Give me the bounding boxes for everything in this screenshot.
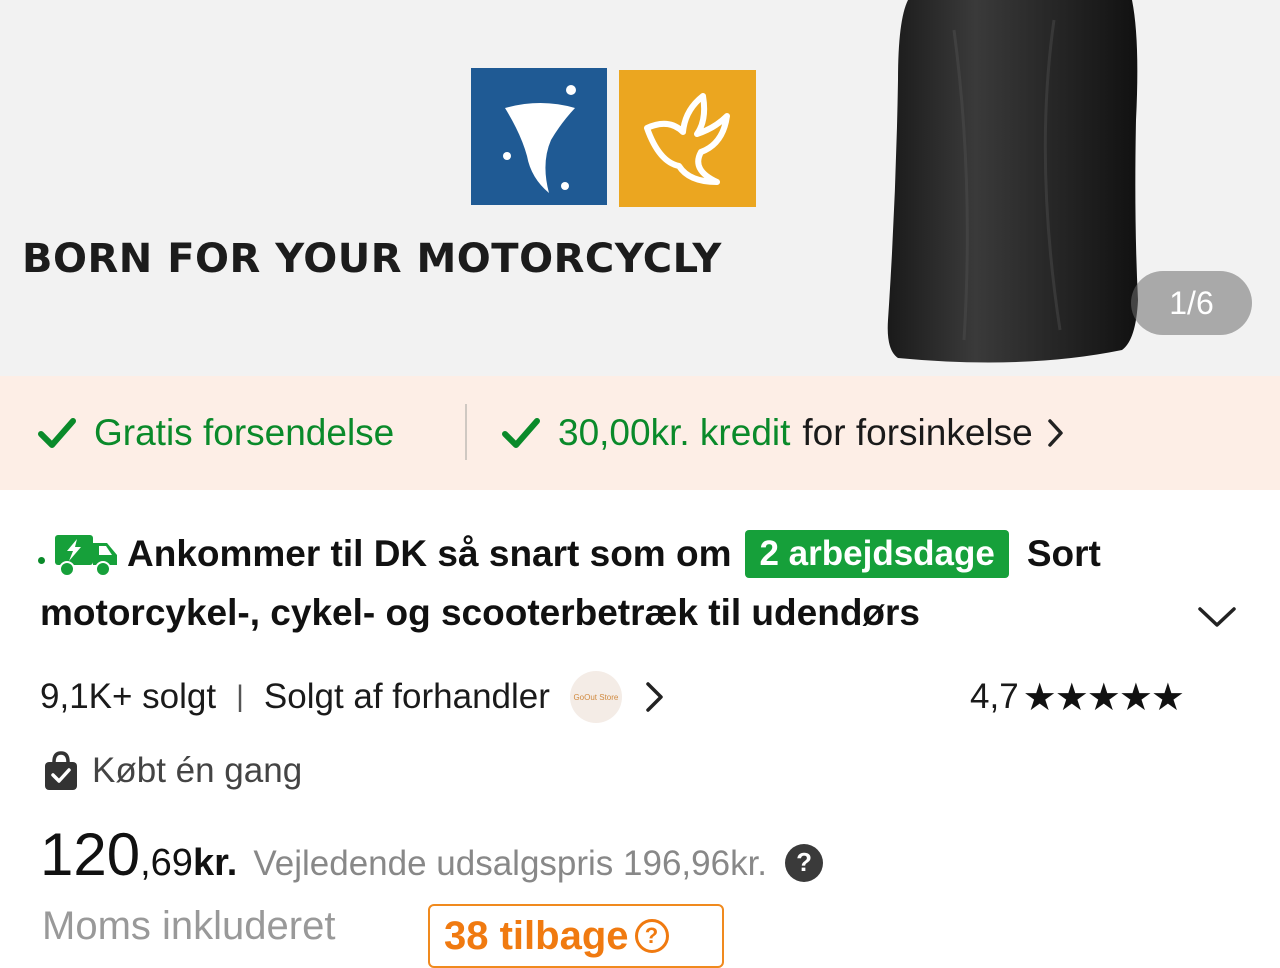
rating-value: 4,7	[970, 677, 1019, 716]
question-icon[interactable]: ?	[634, 919, 669, 953]
vat-included-label: Moms inkluderet	[42, 904, 336, 948]
recommended-price: Vejledende udsalgspris 196,96kr.	[253, 844, 768, 883]
sold-count: 9,1K+ solgt	[40, 677, 217, 716]
rating[interactable]: 4,7 ★★★★★	[970, 672, 1185, 722]
divider	[465, 404, 467, 460]
bought-once-row: Købt én gang	[42, 746, 302, 796]
separator: |	[236, 680, 244, 713]
product-title: Ankommer til DK så snart som om 2 arbejd…	[38, 524, 1101, 584]
stock-left-badge[interactable]: 38 tilbage ?	[428, 904, 724, 968]
free-shipping-item: Gratis forsendelse	[36, 408, 394, 458]
product-bag-image	[887, 0, 1138, 363]
chevron-down-icon[interactable]	[1196, 604, 1238, 630]
shopping-bag-icon	[45, 751, 77, 790]
logo-tile-orange	[619, 70, 756, 207]
shipping-benefits-bar[interactable]: Gratis forsendelse 30,00kr. kredit for f…	[0, 376, 1280, 490]
price-decimals: ,69	[140, 842, 193, 884]
check-icon	[38, 418, 76, 448]
product-image-gallery[interactable]: BORN FOR YOUR MOTORCYCLY 1/6	[0, 0, 1280, 376]
bought-label: Købt én gang	[92, 751, 303, 790]
check-icon	[502, 418, 540, 448]
arrival-days-badge: 2 arbejdsdage	[745, 530, 1009, 578]
help-icon[interactable]: ?	[785, 843, 824, 882]
chevron-right-icon[interactable]	[1047, 418, 1065, 448]
banner-headline: BORN FOR YOUR MOTORCYCLY	[22, 236, 722, 282]
arrival-text: Ankommer til DK så snart som om	[127, 533, 732, 574]
bullet-dot	[38, 556, 45, 564]
star-rating-icon: ★★★★★	[1022, 676, 1185, 719]
sales-meta-row: 9,1K+ solgt | Solgt af forhandler GoOut …	[40, 671, 666, 723]
title-first-word: Sort	[1026, 533, 1101, 574]
seller-label[interactable]: Solgt af forhandler	[264, 677, 550, 717]
stock-left-label: 38 tilbage	[444, 913, 629, 958]
credit-amount: 30,00kr. kredit	[558, 412, 791, 453]
credit-suffix: for forsinkelse	[802, 412, 1033, 453]
free-shipping-label: Gratis forsendelse	[94, 412, 395, 453]
price-row: 120 ,69 kr. Vejledende udsalgspris 196,9…	[40, 820, 824, 890]
store-avatar[interactable]: GoOut Store	[569, 671, 622, 723]
image-counter: 1/6	[1131, 271, 1252, 335]
logo-tile-blue	[471, 68, 607, 205]
product-title-line2: motorcykel-, cykel- og scooterbetræk til…	[40, 592, 920, 633]
chevron-right-icon[interactable]	[644, 680, 666, 714]
store-name: GoOut Store	[573, 692, 619, 702]
truck-icon	[55, 535, 117, 577]
price-main: 120	[40, 821, 141, 888]
price-currency: kr.	[192, 842, 238, 884]
delay-credit-item[interactable]: 30,00kr. kredit for forsinkelse	[500, 408, 1065, 458]
